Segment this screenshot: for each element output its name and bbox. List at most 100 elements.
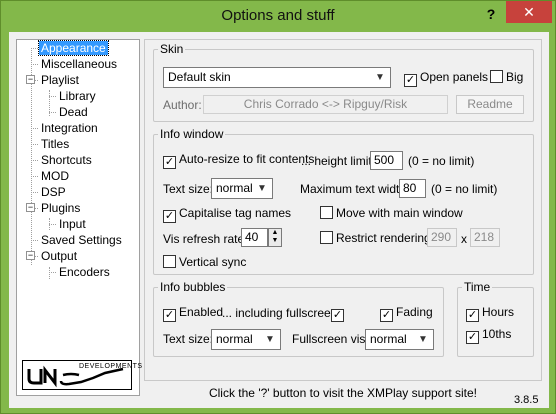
bubbles-text-size-label: Text size: [163,332,214,346]
tree-item-label: Library [59,89,96,103]
hours-checkbox[interactable]: ✓ Hours [466,305,515,322]
tree-item-dead[interactable]: Dead [57,105,90,120]
tree-item-encoders[interactable]: Encoders [57,265,112,280]
help-button[interactable]: ? [482,3,500,25]
max-width-hint: (0 = no limit) [431,182,498,196]
info-window-legend: Info window [160,127,224,141]
skin-select-value: Default skin [168,70,231,84]
capitalise-label: Capitalise tag names [179,206,292,220]
tree-item-label: MOD [41,169,69,183]
readme-button[interactable]: Readme [456,95,524,114]
tree-item-label: Integration [41,121,98,135]
vis-refresh-spinner[interactable]: ▲ ▼ [268,228,282,247]
max-width-input[interactable]: 80 [399,179,426,198]
fading-checkbox[interactable]: ✓ Fading [380,305,433,322]
check-icon: ✓ [380,309,393,322]
bubbles-text-size-select[interactable]: normal ▼ [211,329,281,350]
un4seen-logo: DEVELOPMENTS [22,360,142,390]
tree-item-mod[interactable]: MOD [39,169,71,184]
tree-collapse-icon[interactable]: − [26,251,35,260]
version-label: 3.8.5 [514,394,539,406]
restrict-height-input[interactable]: 218 [470,228,500,247]
tree-connector [49,224,56,225]
chevron-down-icon: ▼ [265,334,275,345]
tree-item-dsp[interactable]: DSP [39,185,68,200]
options-window: Options and stuff ? ✕ Appearance Miscella… [0,0,556,414]
height-limit-label: ... height limit: [301,154,376,168]
support-hint: Click the '?' button to visit the XMPlay… [208,386,478,400]
tree-item-shortcuts[interactable]: Shortcuts [39,153,94,168]
tree-connector [31,192,38,193]
big-label: Big [506,70,524,84]
close-button[interactable]: ✕ [506,1,552,23]
capitalise-checkbox[interactable]: ✓ Capitalise tag names [163,206,292,223]
restrict-width-input[interactable]: 290 [427,228,457,247]
appearance-panel: Skin Default skin ▼ ✓ Open panels Big Aut… [144,39,542,381]
check-icon: ✓ [466,331,479,344]
tree-item-library[interactable]: Library [57,89,98,104]
vis-refresh-input[interactable]: 40 [241,228,268,247]
height-limit-input[interactable]: 500 [370,151,403,170]
bubbles-enabled-checkbox[interactable]: ✓ Enabled [163,305,223,322]
tree-item-plugins[interactable]: Plugins [39,201,82,216]
fullscreen-vis-value: normal [370,332,407,346]
check-icon [490,70,503,83]
tree-item-titles[interactable]: Titles [39,137,71,152]
fading-label: Fading [396,305,433,319]
tree-connector [49,272,56,273]
auto-resize-label: Auto-resize to fit contents [179,152,315,166]
restrict-rendering-checkbox[interactable]: Restrict rendering: [320,231,434,247]
options-tree[interactable]: Appearance Miscellaneous − Playlist Library D… [16,39,142,396]
tree-connector [31,64,38,65]
tree-item-output[interactable]: Output [39,249,79,264]
skin-select[interactable]: Default skin ▼ [163,67,391,88]
tree-collapse-icon[interactable]: − [26,203,35,212]
restrict-x-label: x [461,232,467,246]
hours-label: Hours [482,305,515,319]
tree-connector [31,160,38,161]
check-icon: ✓ [163,309,176,322]
tree-item-label: Miscellaneous [41,57,118,71]
tree-collapse-icon[interactable]: − [26,75,35,84]
tree-connector [49,96,56,97]
max-width-label: Maximum text width: [300,182,410,196]
fullscreen-vis-select[interactable]: normal ▼ [365,329,434,350]
tree-item-label: Dead [59,105,88,119]
title-bar[interactable]: Options and stuff ? ✕ [1,1,555,31]
tree-item-label: DSP [41,185,66,199]
tenths-checkbox[interactable]: ✓ 10ths [466,327,511,344]
tree-connector [31,48,38,49]
tree-connector [49,112,56,113]
tree-item-miscellaneous[interactable]: Miscellaneous [39,57,119,72]
tree-item-label: Titles [41,137,70,151]
info-window-group: Info window [153,127,534,275]
big-checkbox[interactable]: Big [490,70,523,86]
auto-resize-checkbox[interactable]: ✓ Auto-resize to fit contents [163,152,315,169]
check-icon [320,206,333,219]
move-main-checkbox[interactable]: Move with main window [320,206,463,222]
fullscreen-checkbox[interactable]: ✓ [331,305,347,322]
tree-item-playlist[interactable]: Playlist [39,73,81,88]
check-icon [320,231,333,244]
tree-item-label: Appearance [38,40,109,56]
tree-connector [31,176,38,177]
tree-item-integration[interactable]: Integration [39,121,100,136]
tree-item-input[interactable]: Input [57,217,88,232]
fullscreen-vis-label: Fullscreen vis: [292,332,369,346]
check-icon [163,255,176,268]
vis-refresh-label: Vis refresh rate: [163,232,248,246]
check-icon: ✓ [404,74,417,87]
tree-item-appearance[interactable]: Appearance [38,40,109,56]
vertical-sync-checkbox[interactable]: Vertical sync [163,255,246,271]
tree-item-label: Output [41,249,78,263]
text-size-select[interactable]: normal ▼ [211,178,273,199]
check-icon: ✓ [163,210,176,223]
fullscreen-label: ... including fullscreen [222,306,338,320]
tree-connector [31,128,38,129]
chevron-down-icon: ▼ [418,334,428,345]
bubbles-text-size-value: normal [216,332,253,346]
tree-item-saved-settings[interactable]: Saved Settings [39,233,124,248]
info-bubbles-legend: Info bubbles [160,280,226,294]
open-panels-checkbox[interactable]: ✓ Open panels [404,70,488,87]
vertical-sync-label: Vertical sync [179,255,247,269]
